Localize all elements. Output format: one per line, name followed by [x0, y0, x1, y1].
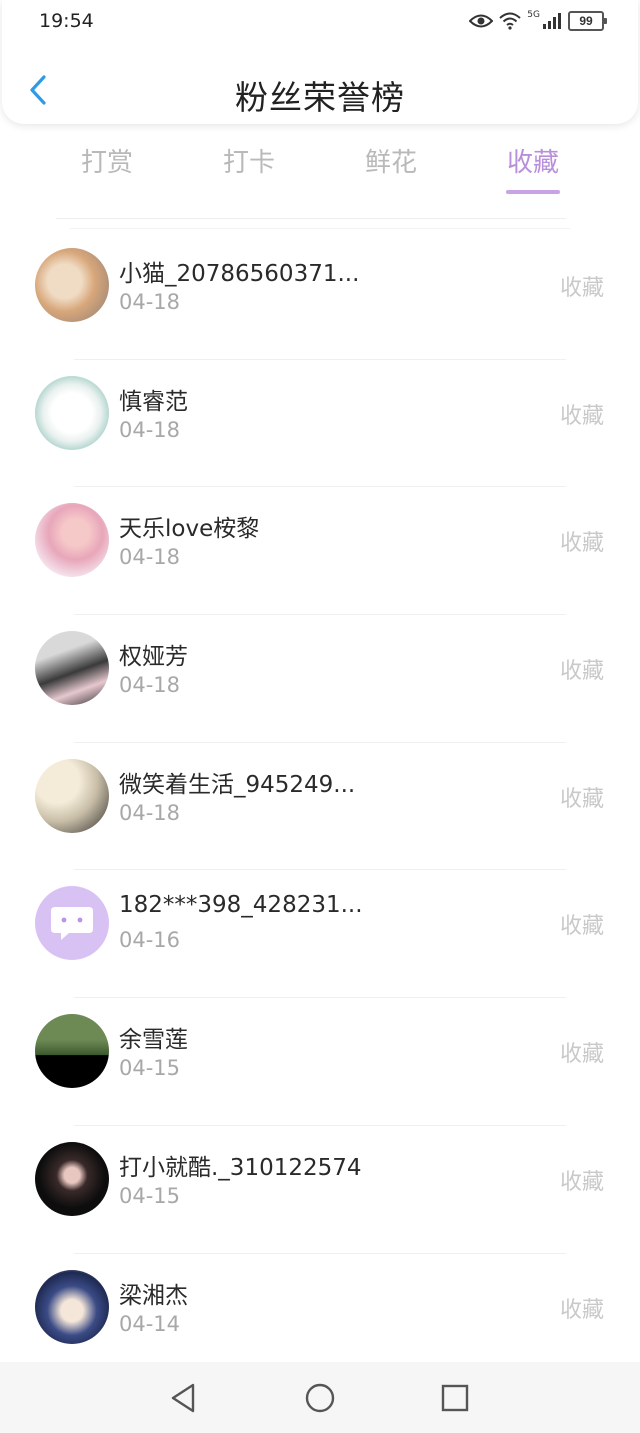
- square-recents-icon: [441, 1384, 469, 1412]
- fan-date: 04-18: [119, 290, 181, 314]
- list-item[interactable]: 微笑着生活_945249... 04-18 收藏: [0, 743, 640, 871]
- triangle-back-icon: [171, 1383, 195, 1413]
- list-item[interactable]: 打小就酷._310122574 04-15 收藏: [0, 1126, 640, 1254]
- fan-name: 打小就酷._310122574: [119, 1154, 362, 1181]
- tab-checkin[interactable]: 打卡: [178, 142, 320, 202]
- fan-date: 04-15: [119, 1183, 181, 1208]
- fan-date: 04-18: [119, 673, 181, 698]
- nav-back-button[interactable]: [167, 1382, 199, 1414]
- tab-bar: 打赏 打卡 鲜花 收藏: [36, 142, 604, 202]
- chat-bubble-icon: [51, 907, 93, 941]
- list-item[interactable]: 慎睿范 04-18 收藏: [0, 360, 640, 488]
- action-label: 收藏: [559, 659, 604, 685]
- fan-name: 微笑着生活_945249...: [119, 771, 356, 798]
- fan-date: 04-18: [119, 417, 181, 442]
- battery-icon: 99: [568, 11, 607, 31]
- header-bar: 19:54 5G 99 粉丝荣誉榜: [2, 0, 638, 124]
- fan-date: 04-18: [119, 800, 181, 825]
- avatar[interactable]: [35, 886, 109, 961]
- fan-date: 04-18: [119, 545, 181, 570]
- avatar[interactable]: [35, 375, 109, 450]
- fan-name: 权娅芳: [119, 644, 188, 671]
- page-title: 粉丝荣誉榜: [235, 78, 405, 117]
- fan-date: 04-15: [119, 1056, 181, 1081]
- circle-home-icon: [305, 1383, 335, 1413]
- fan-name: 天乐love桉黎: [119, 516, 260, 543]
- avatar[interactable]: [35, 503, 109, 578]
- avatar[interactable]: [35, 248, 109, 322]
- avatar[interactable]: [35, 1014, 109, 1089]
- eye-icon: [469, 14, 494, 28]
- fan-name: 慎睿范: [119, 388, 188, 415]
- network-type-label: 5G: [527, 10, 540, 20]
- fan-list: 小猫_20786560371... 04-18 收藏 慎睿范 04-18 收藏 …: [0, 232, 640, 1381]
- fan-date: 04-16: [119, 928, 181, 953]
- fan-name: 梁湘杰: [119, 1282, 188, 1309]
- fan-name: 182***398_428231...: [119, 892, 363, 919]
- status-icons: 5G 99: [469, 10, 607, 32]
- list-item[interactable]: 权娅芳 04-18 收藏: [0, 615, 640, 743]
- nav-recents-button[interactable]: [439, 1382, 471, 1414]
- fan-name: 余雪莲: [119, 1027, 188, 1054]
- action-label: 收藏: [559, 1297, 604, 1323]
- divider: [56, 218, 566, 219]
- action-label: 收藏: [559, 403, 604, 429]
- fan-date: 04-14: [119, 1311, 181, 1336]
- fan-name: 小猫_20786560371...: [119, 261, 360, 287]
- avatar[interactable]: [35, 1141, 109, 1216]
- tab-flowers[interactable]: 鲜花: [320, 142, 462, 202]
- avatar[interactable]: [35, 631, 109, 706]
- action-label: 收藏: [559, 1169, 604, 1195]
- wifi-icon: [499, 12, 521, 30]
- list-item[interactable]: 182***398_428231... 04-16 收藏: [0, 870, 640, 999]
- action-label: 收藏: [559, 786, 604, 812]
- system-nav-bar: [0, 1362, 640, 1433]
- avatar[interactable]: [35, 758, 109, 833]
- avatar[interactable]: [35, 1269, 109, 1344]
- list-item[interactable]: 天乐love桉黎 04-18 收藏: [0, 487, 640, 616]
- action-label: 收藏: [559, 914, 604, 940]
- list-item[interactable]: 小猫_20786560371... 04-18 收藏: [0, 232, 640, 360]
- action-label: 收藏: [559, 531, 604, 557]
- tab-reward[interactable]: 打赏: [36, 142, 178, 202]
- list-item[interactable]: 余雪莲 04-15 收藏: [0, 998, 640, 1126]
- signal-bars-icon: [543, 13, 561, 29]
- action-label: 收藏: [559, 276, 604, 301]
- tab-favorites[interactable]: 收藏: [462, 142, 604, 202]
- nav-home-button[interactable]: [304, 1382, 336, 1414]
- action-label: 收藏: [559, 1042, 604, 1068]
- status-time: 19:54: [39, 10, 94, 32]
- divider: [70, 228, 570, 229]
